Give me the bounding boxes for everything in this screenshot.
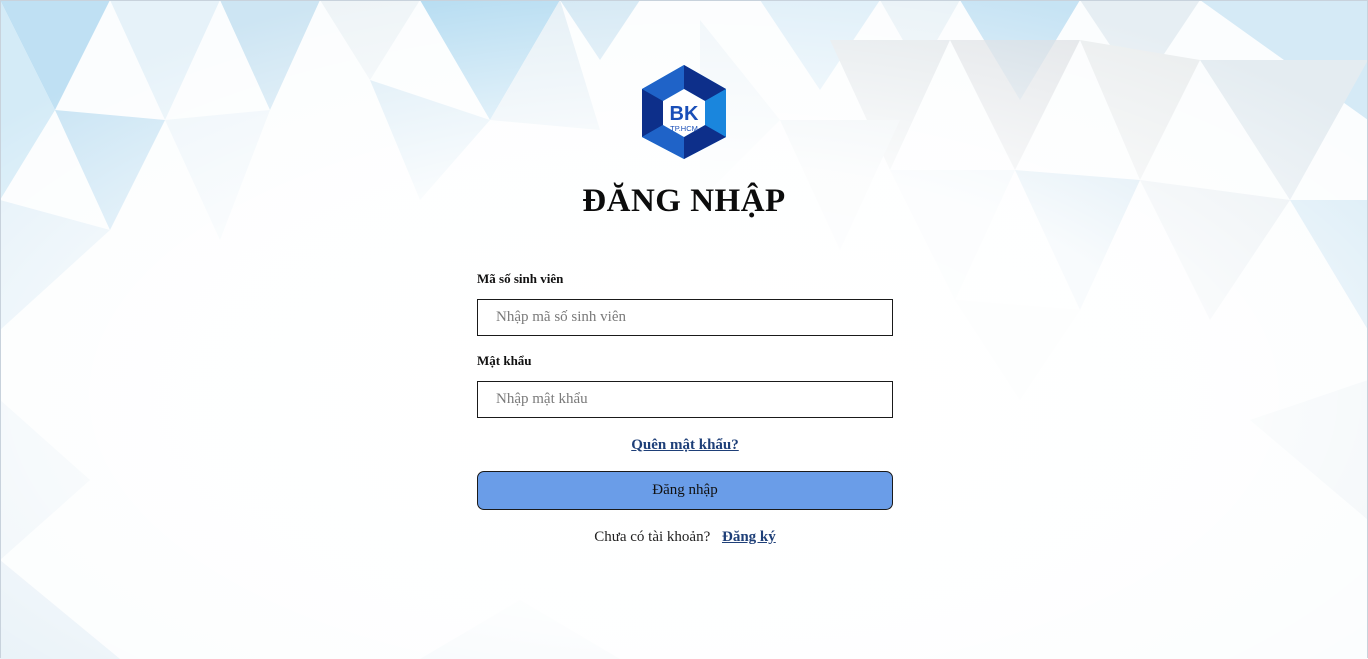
page-title: ĐĂNG NHẬP bbox=[582, 183, 786, 219]
logo-subtitle: TP.HCM bbox=[670, 124, 698, 133]
login-button[interactable]: Đăng nhập bbox=[477, 471, 893, 510]
no-account-prompt: Chưa có tài khoản? bbox=[594, 529, 711, 545]
student-id-input[interactable] bbox=[477, 299, 893, 336]
register-link[interactable]: Đăng ký bbox=[722, 529, 776, 545]
student-id-label: Mã số sinh viên bbox=[477, 271, 564, 286]
logo-initials: BK bbox=[670, 103, 699, 125]
password-label: Mật khẩu bbox=[477, 353, 532, 368]
forgot-password-row: Quên mật khẩu? bbox=[477, 435, 893, 455]
password-input[interactable] bbox=[477, 381, 893, 418]
bk-university-logo: BK TP.HCM bbox=[642, 65, 726, 159]
signup-row: Chưa có tài khoản? Đăng ký bbox=[477, 527, 893, 547]
forgot-password-link[interactable]: Quên mật khẩu? bbox=[631, 437, 739, 453]
login-form: Mã số sinh viên Mật khẩu Quên mật khẩu? … bbox=[477, 270, 893, 547]
